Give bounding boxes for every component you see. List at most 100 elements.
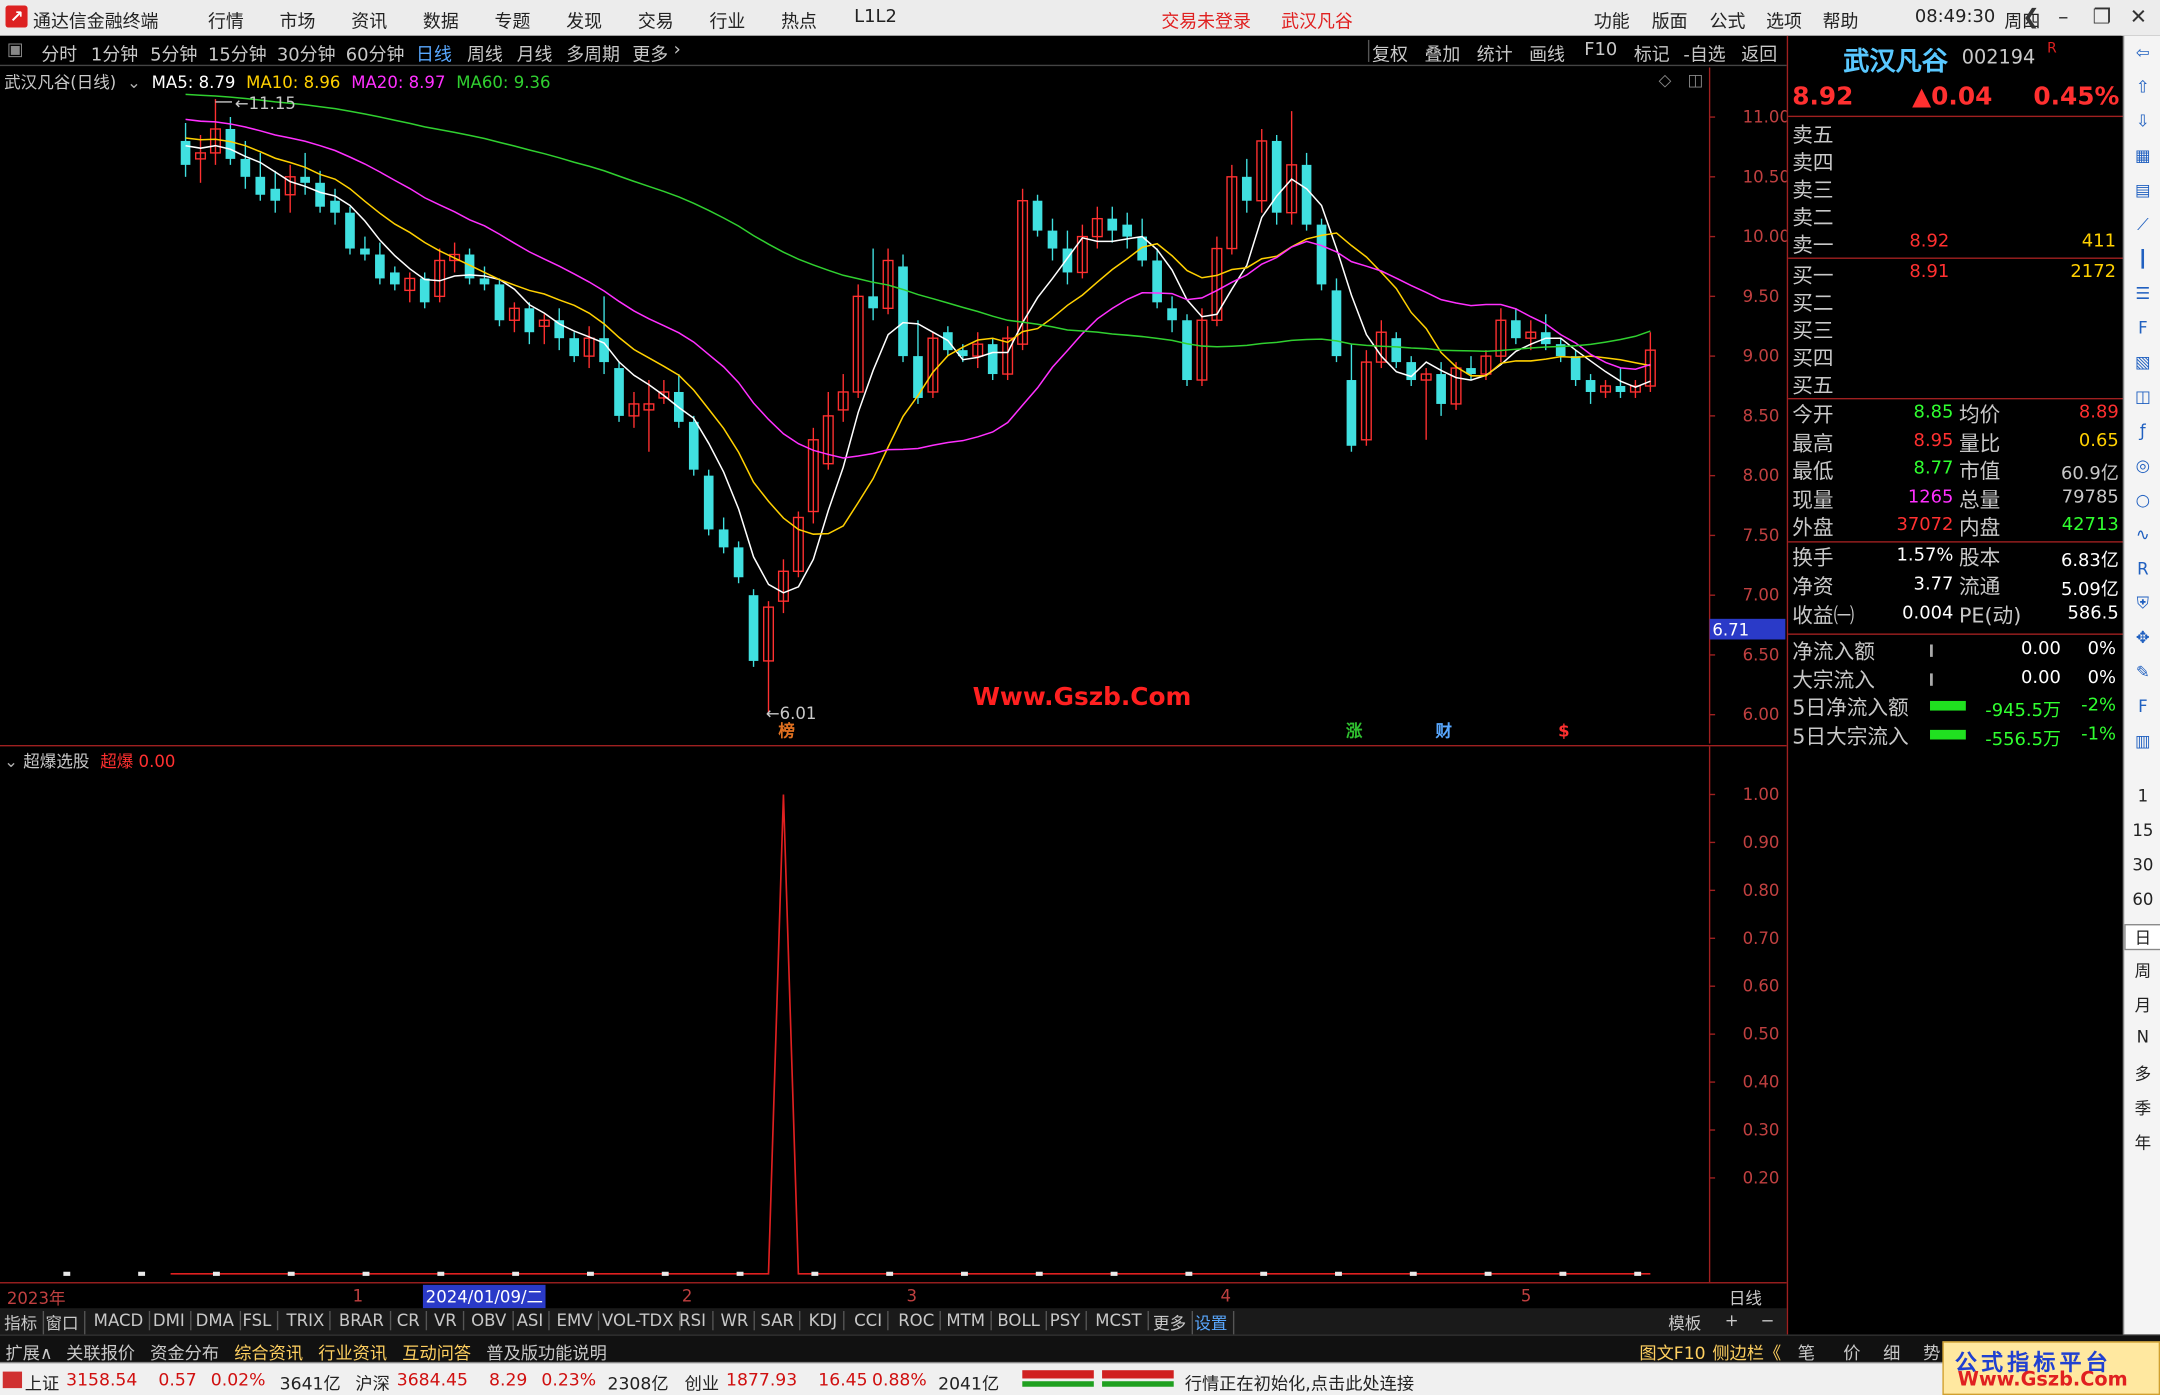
indicator-toggle-icon[interactable]: ⌄ — [4, 752, 18, 771]
period-5min[interactable]: 5分钟 — [150, 40, 197, 66]
indicator-tab-right[interactable]: 模板 — [1668, 1311, 1707, 1334]
indicator-tab[interactable]: VR — [434, 1310, 464, 1331]
ext-puji[interactable]: 普及版功能说明 — [486, 1339, 607, 1365]
ext-bi[interactable]: 笔 — [1798, 1339, 1815, 1365]
cycle-icon[interactable]: ○ — [2131, 489, 2154, 512]
arrow-left-icon[interactable]: ⇦ — [2131, 41, 2154, 64]
toolbar-box-icon[interactable]: ▣ — [7, 40, 24, 61]
indicator-tab[interactable]: CCI — [854, 1310, 889, 1331]
indicator-tab[interactable]: ASI — [517, 1310, 551, 1331]
buy1-price[interactable]: 8.91 — [1909, 262, 1949, 283]
fs2-icon[interactable]: F — [2131, 695, 2154, 718]
btn-fuquan[interactable]: 复权 — [1372, 40, 1408, 66]
menu-shichang[interactable]: 市场 — [280, 7, 316, 33]
menu-banmian[interactable]: 版面 — [1652, 7, 1688, 33]
sell1-price[interactable]: 8.92 — [1909, 231, 1949, 252]
period-60min[interactable]: 60分钟 — [346, 40, 405, 66]
period-shortcut[interactable]: 15 — [2124, 821, 2160, 840]
trade-login-status[interactable]: 交易未登录 — [1161, 7, 1251, 33]
rsi-icon[interactable]: R — [2131, 558, 2154, 581]
menu-hangqing[interactable]: 行情 — [208, 7, 244, 33]
minimize-icon[interactable]: – — [2058, 4, 2068, 29]
indicator-tab[interactable]: DMI — [153, 1310, 192, 1331]
period-shortcut[interactable]: N — [2124, 1027, 2160, 1046]
panel-toggle-icon[interactable]: ◫ — [1688, 70, 1704, 89]
menu-jiaoyi[interactable]: 交易 — [638, 7, 674, 33]
ext-sidebar[interactable]: 侧边栏《 — [1712, 1339, 1781, 1365]
indicator-tab[interactable]: 设置 — [1194, 1310, 1235, 1335]
indicator-tab[interactable]: 更多 — [1153, 1310, 1194, 1335]
arrow-down-icon[interactable]: ⇩ — [2131, 110, 2154, 133]
indicator-tab[interactable]: 指标 — [4, 1310, 45, 1335]
period-15min[interactable]: 15分钟 — [208, 40, 267, 66]
period-more[interactable]: 更多 — [632, 40, 668, 66]
indicator-tab[interactable]: DMA — [196, 1310, 241, 1331]
chevron-right-icon[interactable]: › — [674, 40, 681, 61]
ext-zijin[interactable]: 资金分布 — [150, 1339, 219, 1365]
menu-zhuanti[interactable]: 专题 — [495, 7, 531, 33]
period-1min[interactable]: 1分钟 — [91, 40, 138, 66]
btn-diejia[interactable]: 叠加 — [1424, 40, 1460, 66]
btn-fanhui[interactable]: 返回 — [1741, 40, 1777, 66]
connection-message[interactable]: 行情正在初始化,点击此处连接 — [1185, 1369, 1414, 1395]
period-shortcut[interactable]: 1 — [2124, 786, 2160, 805]
pen-icon[interactable]: ✎ — [2131, 661, 2154, 684]
menu-gongshi[interactable]: 公式 — [1710, 7, 1746, 33]
indicator-tab-right[interactable]: + — [1725, 1311, 1744, 1330]
period-shortcut[interactable]: 月 — [2124, 993, 2160, 1016]
back-arrow-icon[interactable]: ❮ — [2022, 4, 2039, 29]
news-icon[interactable]: ▧ — [2131, 351, 2154, 374]
menu-xuanxiang[interactable]: 选项 — [1766, 7, 1802, 33]
btn-zixuan[interactable]: -自选 — [1683, 40, 1725, 66]
btn-biaoji[interactable]: 标记 — [1634, 40, 1670, 66]
menu-zixun[interactable]: 资讯 — [351, 7, 387, 33]
wave-icon[interactable]: ∿ — [2131, 523, 2154, 546]
ext-hangye[interactable]: 行业资讯 — [318, 1339, 387, 1365]
close-icon[interactable]: ✕ — [2130, 4, 2147, 29]
period-shortcut[interactable]: 年 — [2124, 1131, 2160, 1154]
indicator-tab[interactable]: OBV — [471, 1310, 514, 1331]
indicator-tab[interactable]: RSI — [679, 1310, 713, 1331]
arrow-up-icon[interactable]: ⇧ — [2131, 76, 2154, 99]
cy-name[interactable]: 创业 — [685, 1369, 719, 1395]
indicator-tab[interactable]: WR — [720, 1310, 756, 1331]
btn-huaxian[interactable]: 画线 — [1529, 40, 1565, 66]
chevron-down-icon[interactable]: ⌄ — [127, 73, 141, 92]
table-icon[interactable]: ▤ — [2131, 179, 2154, 202]
indicator-tab[interactable]: CR — [397, 1310, 427, 1331]
price-chart-panel[interactable]: 11.00 10.50 10.00 9.50 9.00 8.50 8.00 7.50 7.00 6… — [0, 67, 1787, 744]
ext-jia[interactable]: 价 — [1843, 1339, 1860, 1365]
indicator-tab[interactable]: VOL-TDX — [602, 1310, 681, 1331]
period-shortcut[interactable]: 季 — [2124, 1096, 2160, 1119]
indicator-tab[interactable]: MCST — [1095, 1310, 1149, 1331]
menu-gongneng[interactable]: 功能 — [1594, 7, 1630, 33]
indicator-tab[interactable]: MTM — [946, 1310, 992, 1331]
indicator-tab[interactable]: BOLL — [997, 1310, 1047, 1331]
period-shortcut[interactable]: 30 — [2124, 855, 2160, 874]
period-shortcut[interactable]: 日 — [2124, 924, 2160, 951]
menu-bangzhu[interactable]: 帮助 — [1823, 7, 1859, 33]
ext-zonghe[interactable]: 综合资讯 — [234, 1339, 303, 1365]
restore-icon[interactable]: ❐ — [2093, 4, 2112, 29]
indicator-tab[interactable]: EMV — [557, 1310, 600, 1331]
sh-name[interactable]: 上证 — [25, 1369, 59, 1395]
f10-icon[interactable]: F — [2131, 317, 2154, 340]
hs-name[interactable]: 沪深 — [355, 1369, 389, 1395]
candle-icon[interactable]: ┃ — [2131, 248, 2154, 271]
ext-f10[interactable]: 图文F10 — [1639, 1339, 1705, 1365]
indicator-tab-right[interactable]: − — [1761, 1311, 1780, 1330]
indicator-tab[interactable]: PSY — [1050, 1310, 1088, 1331]
period-shortcut[interactable]: 多 — [2124, 1062, 2160, 1085]
indicator-tab[interactable]: BRAR — [339, 1310, 391, 1331]
menu-shuju[interactable]: 数据 — [423, 7, 459, 33]
ext-guanlian[interactable]: 关联报价 — [66, 1339, 135, 1365]
indicator-tab[interactable]: ROC — [898, 1310, 942, 1331]
move-icon[interactable]: ✥ — [2131, 627, 2154, 650]
period-30min[interactable]: 30分钟 — [277, 40, 336, 66]
menu-l1l2[interactable]: L1L2 — [854, 7, 897, 28]
indicator-tab[interactable]: FSL — [242, 1310, 279, 1331]
indicator-panel[interactable]: 1.00 0.90 0.80 0.70 0.60 0.50 0.40 0.30 0.20 ⌄ 超… — [0, 745, 1787, 1283]
fs-icon[interactable]: ƒ — [2131, 420, 2154, 443]
ext-shi[interactable]: 势 — [1923, 1339, 1940, 1365]
indicator-tab[interactable]: KDJ — [809, 1310, 844, 1331]
